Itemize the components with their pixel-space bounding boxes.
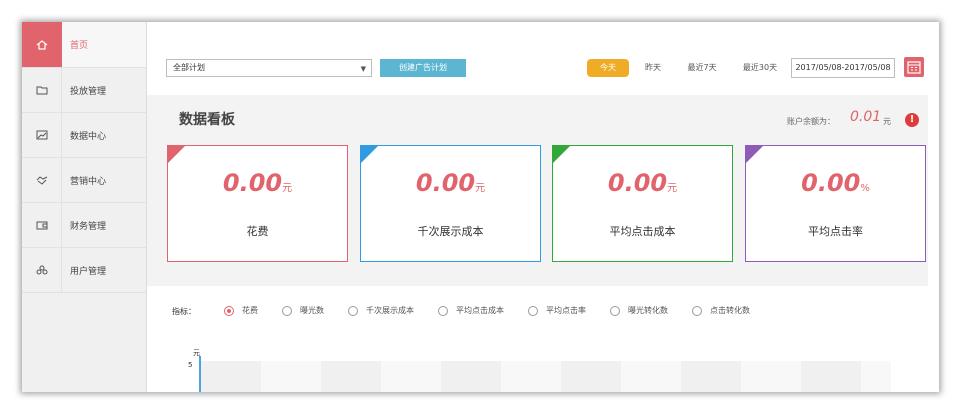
radio-dot [610, 305, 620, 316]
indicator-radio-cpm[interactable]: 千次展示成本 [348, 305, 414, 316]
users-icon [22, 248, 62, 292]
metric-card-spend: 0.00元 花费 [167, 145, 348, 262]
metric-value: 0.00元 [222, 169, 293, 197]
metric-label: 平均点击率 [808, 225, 863, 238]
calendar-button[interactable] [904, 57, 924, 77]
range-yesterday-button[interactable]: 昨天 [635, 59, 671, 77]
plan-select[interactable]: 全部计划 ▼ [166, 59, 372, 77]
data-dashboard: 数据看板 账户余额为： 0.01 元 ! 0.00元 花费 0.00元 千次展示… [147, 95, 928, 286]
indicator-radio-cpc[interactable]: 平均点击成本 [438, 305, 504, 316]
card-corner-marker [168, 146, 185, 163]
radio-dot [282, 305, 292, 316]
metric-label: 平均点击成本 [609, 225, 676, 238]
calendar-icon [907, 61, 921, 74]
metric-card-cpm: 0.00元 千次展示成本 [360, 145, 541, 262]
sidebar-item-home[interactable]: 首页 [22, 22, 146, 68]
sidebar-item-label: 投放管理 [70, 86, 107, 97]
range-30days-button[interactable]: 最近30天 [737, 59, 783, 77]
metric-card-ctr: 0.00% 平均点击率 [745, 145, 926, 262]
sidebar-item-label: 营销中心 [70, 176, 107, 187]
date-range-input[interactable]: 2017/05/08-2017/05/08 [791, 58, 895, 78]
card-corner-marker [746, 146, 763, 163]
range-today-button[interactable]: 今天 [587, 59, 629, 77]
range-7days-button[interactable]: 最近7天 [679, 59, 725, 77]
balance-unit: 元 [883, 117, 891, 126]
alert-icon[interactable]: ! [905, 113, 919, 127]
chart-y-tick: 5 [188, 361, 193, 369]
metric-card-cpc: 0.00元 平均点击成本 [552, 145, 733, 262]
metric-value: 0.00元 [415, 169, 486, 197]
sidebar-item-users[interactable]: 用户管理 [22, 248, 146, 293]
app-window: 首页 投放管理 数据中心 营销中心 财务管理 用户管理 全部计划 ▼ 创建广告计… [22, 22, 939, 392]
chart-plot-area [201, 361, 891, 392]
folder-icon [22, 68, 62, 112]
trend-chart-icon [22, 113, 62, 157]
sidebar-item-marketing[interactable]: 营销中心 [22, 158, 146, 203]
card-corner-marker [361, 146, 378, 163]
sidebar-item-ad-management[interactable]: 投放管理 [22, 68, 146, 113]
radio-dot [224, 305, 234, 316]
indicator-radio-spend[interactable]: 花费 [224, 305, 258, 316]
sidebar-item-label: 首页 [70, 41, 89, 51]
metric-label: 花费 [246, 225, 269, 238]
radio-dot [692, 305, 702, 316]
handshake-icon [22, 158, 62, 202]
dashboard-title: 数据看板 [179, 112, 235, 128]
create-ad-plan-button[interactable]: 创建广告计划 [380, 59, 466, 77]
sidebar-item-label: 财务管理 [70, 221, 107, 232]
indicator-radio-click-conversions[interactable]: 点击转化数 [692, 305, 750, 316]
indicator-radio-impressions[interactable]: 曝光数 [282, 305, 324, 316]
sidebar-item-label: 用户管理 [70, 266, 107, 277]
sidebar-item-label: 数据中心 [70, 131, 107, 142]
radio-dot [528, 305, 538, 316]
metric-value: 0.00元 [607, 169, 678, 197]
metric-value: 0.00% [801, 169, 870, 197]
toolbar: 全部计划 ▼ 创建广告计划 今天 昨天 最近7天 最近30天 2017/05/0… [147, 22, 939, 95]
indicator-radio-impression-conversions[interactable]: 曝光转化数 [610, 305, 668, 316]
balance-value: 0.01 [850, 109, 882, 125]
balance-label: 账户余额为： [787, 117, 835, 126]
sidebar-item-finance[interactable]: 财务管理 [22, 203, 146, 248]
sidebar: 首页 投放管理 数据中心 营销中心 财务管理 用户管理 [22, 22, 147, 392]
caret-down-icon: ▼ [360, 65, 366, 73]
metric-label: 千次展示成本 [417, 225, 484, 238]
indicator-title: 指标： [172, 307, 196, 316]
radio-dot [438, 305, 448, 316]
indicator-radio-ctr[interactable]: 平均点击率 [528, 305, 586, 316]
card-corner-marker [553, 146, 570, 163]
plan-select-value: 全部计划 [173, 63, 205, 72]
indicator-selector: 指标： 花费 曝光数 千次展示成本 平均点击成本 平均点击率 曝光转化数 点击转… [147, 302, 928, 322]
wallet-icon [22, 203, 62, 247]
home-icon [22, 22, 62, 67]
sidebar-item-data-center[interactable]: 数据中心 [22, 113, 146, 158]
radio-dot [348, 305, 358, 316]
